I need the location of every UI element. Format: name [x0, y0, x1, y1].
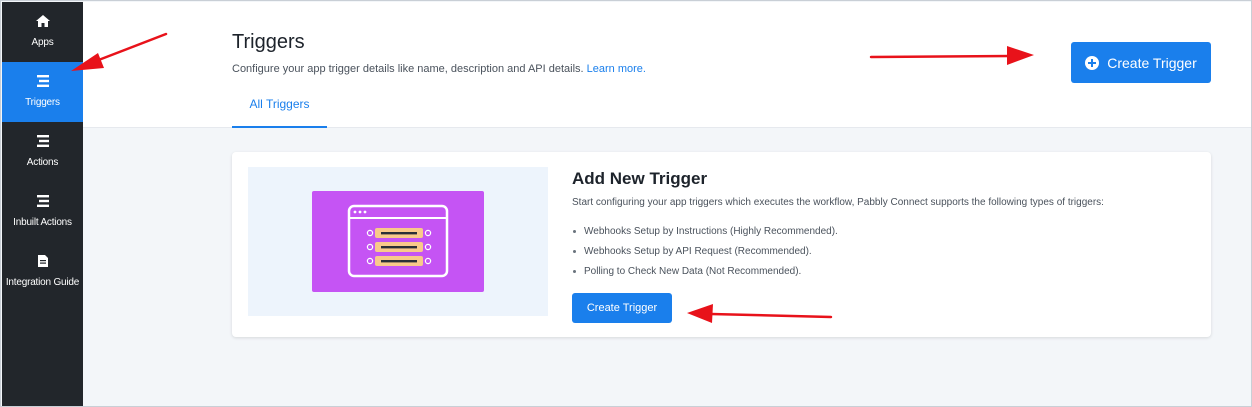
list-item: Webhooks Setup by API Request (Recommend…: [572, 245, 838, 265]
list-icon: [2, 134, 83, 148]
list-icon: [2, 74, 83, 88]
list-icon: [2, 194, 83, 208]
sidebar-item-label: Actions: [26, 157, 59, 168]
sidebar-item-integration-guide[interactable]: Integration Guide: [2, 242, 83, 302]
list-item: Polling to Check New Data (Not Recommend…: [572, 265, 838, 285]
page-title: Triggers: [232, 31, 305, 53]
sidebar-item-inbuilt-actions[interactable]: Inbuilt Actions: [2, 182, 83, 242]
trigger-types-list: Webhooks Setup by Instructions (Highly R…: [572, 225, 838, 285]
create-trigger-label: Create Trigger: [1107, 54, 1197, 71]
page-description-text: Configure your app trigger details like …: [232, 63, 584, 75]
add-new-trigger-card: Add New Trigger Start configuring your a…: [232, 152, 1211, 337]
sidebar-item-label: Inbuilt Actions: [13, 217, 72, 228]
sidebar-item-label: Integration Guide: [5, 277, 80, 288]
home-icon: [2, 14, 83, 28]
page-header: Triggers Configure your app trigger deta…: [83, 2, 1251, 128]
learn-more-link[interactable]: Learn more.: [587, 63, 646, 75]
page-description: Configure your app trigger details like …: [232, 63, 646, 75]
sidebar-item-apps[interactable]: Apps: [2, 2, 83, 62]
plus-circle-icon: [1085, 55, 1100, 70]
tab-all-triggers[interactable]: All Triggers: [232, 90, 327, 128]
trigger-illustration: [248, 167, 548, 316]
card-description: Start configuring your app triggers whic…: [572, 197, 1104, 208]
sidebar-item-label: Apps: [31, 37, 54, 48]
trigger-list-illustration: [312, 191, 484, 292]
sidebar-item-actions[interactable]: Actions: [2, 122, 83, 182]
app-window: Apps Triggers Actions Inbuilt Actions In…: [0, 0, 1252, 407]
create-trigger-button[interactable]: Create Trigger: [1071, 42, 1211, 83]
document-icon: [2, 254, 83, 268]
sidebar-item-label: Triggers: [25, 97, 60, 108]
card-create-trigger-button[interactable]: Create Trigger: [572, 293, 672, 323]
card-title: Add New Trigger: [572, 169, 708, 188]
sidebar-item-triggers[interactable]: Triggers: [2, 62, 83, 122]
list-item: Webhooks Setup by Instructions (Highly R…: [572, 225, 838, 245]
sidebar: Apps Triggers Actions Inbuilt Actions In…: [2, 2, 83, 406]
